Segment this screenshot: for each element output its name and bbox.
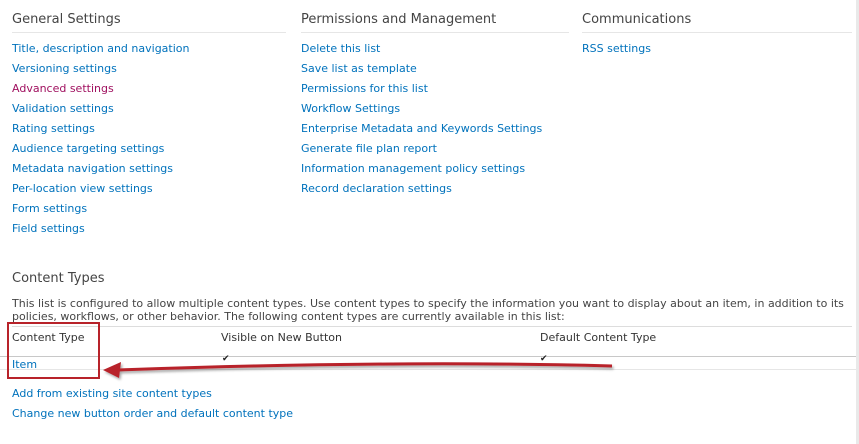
arrow-left-icon: [103, 362, 613, 378]
